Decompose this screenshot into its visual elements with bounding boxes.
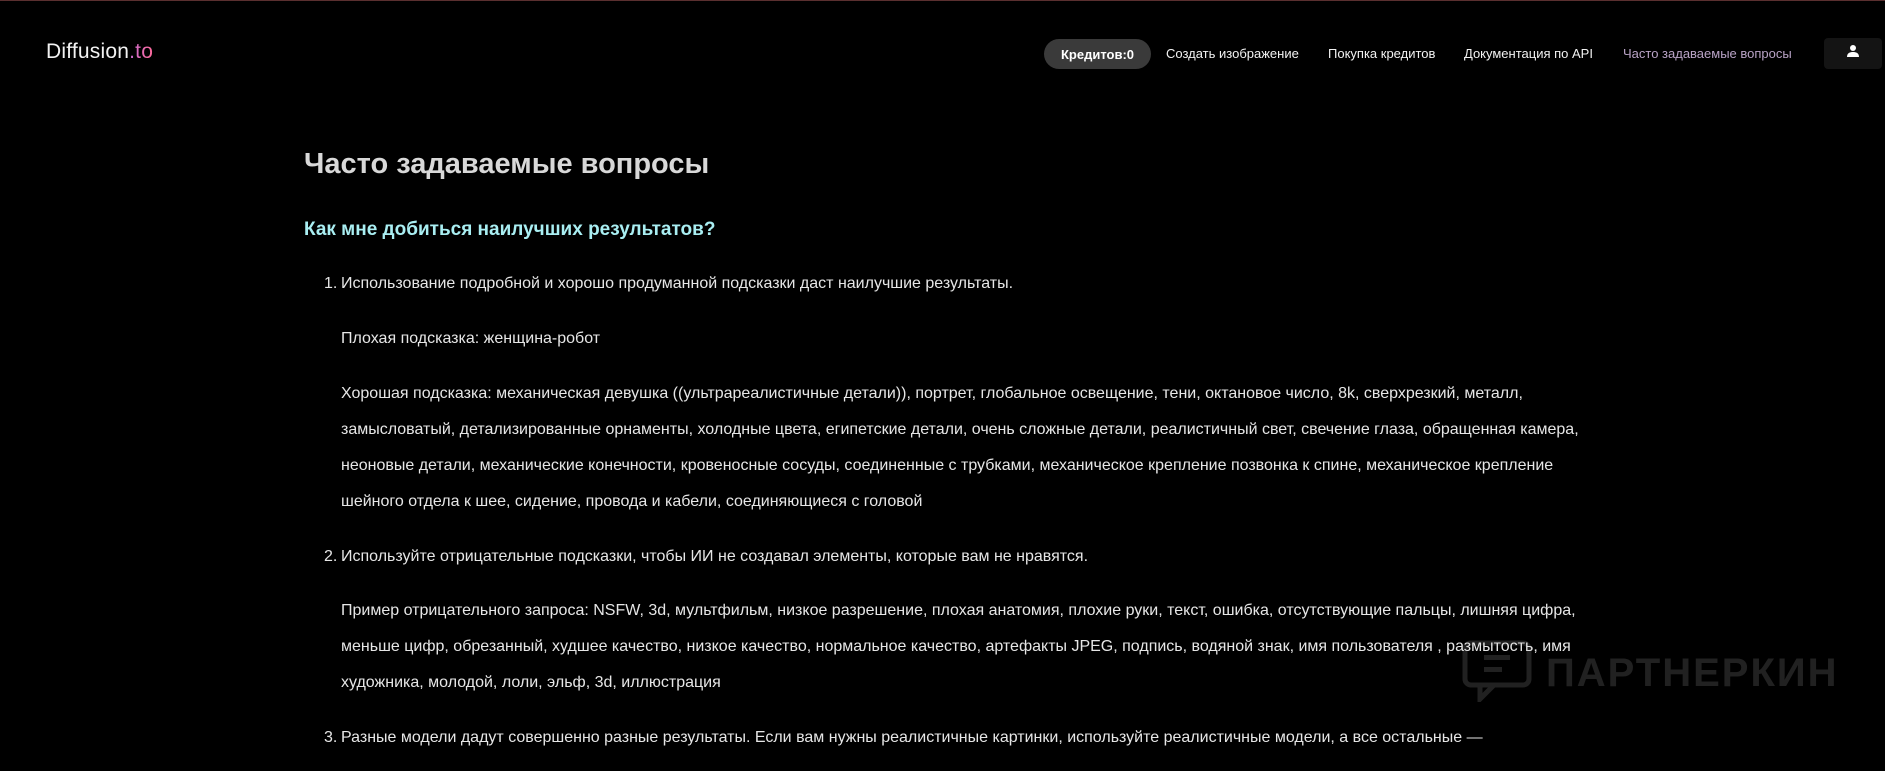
watermark-text: ПАРТНЕРКИН xyxy=(1546,651,1839,695)
list-number-3: 3. xyxy=(324,729,338,746)
nav-create-image[interactable]: Создать изображение xyxy=(1166,46,1299,61)
negative-example-line-3: художника, молодой, лоли, эльф, 3d, иллю… xyxy=(341,674,721,691)
watermark: ПАРТНЕРКИН xyxy=(1462,640,1839,707)
nav-api-docs[interactable]: Документация по API xyxy=(1464,46,1593,61)
user-menu-button[interactable] xyxy=(1824,38,1882,69)
logo-prefix: Diffusion xyxy=(46,40,130,63)
section-title: Как мне добиться наилучших результатов? xyxy=(304,219,716,240)
good-prompt-line-4: шейного отдела к шее, сидение, провода и… xyxy=(341,493,923,510)
good-prompt-line-3: неоновые детали, механические конечности… xyxy=(341,457,1554,474)
logo-suffix: .to xyxy=(129,40,154,63)
chat-bubble-icon xyxy=(1462,640,1532,707)
good-prompt-line-1: Хорошая подсказка: механическая девушка … xyxy=(341,385,1523,402)
nav-faq[interactable]: Часто задаваемые вопросы xyxy=(1623,46,1792,61)
site-header: Diffusion.to Кредитов:0 Создать изображе… xyxy=(0,0,1885,106)
page-title: Часто задаваемые вопросы xyxy=(304,148,710,180)
list-item-2-text: Используйте отрицательные подсказки, что… xyxy=(341,548,1089,565)
bad-prompt-text: Плохая подсказка: женщина-робот xyxy=(341,330,601,347)
nav-buy-credits[interactable]: Покупка кредитов xyxy=(1328,46,1435,61)
logo[interactable]: Diffusion.to xyxy=(46,40,153,64)
credits-badge[interactable]: Кредитов:0 xyxy=(1044,39,1151,69)
list-item-1-text: Использование подробной и хорошо продума… xyxy=(341,275,1014,292)
list-number-1: 1. xyxy=(324,275,338,292)
list-item-3-text: Разные модели дадут совершенно разные ре… xyxy=(341,729,1483,746)
negative-example-line-1: Пример отрицательного запроса: NSFW, 3d,… xyxy=(341,602,1576,619)
good-prompt-line-2: замысловатый, детализированные орнаменты… xyxy=(341,421,1579,438)
negative-example-line-2: меньше цифр, обрезанный, худшее качество… xyxy=(341,638,1571,655)
list-number-2: 2. xyxy=(324,548,338,565)
user-icon xyxy=(1846,44,1860,63)
